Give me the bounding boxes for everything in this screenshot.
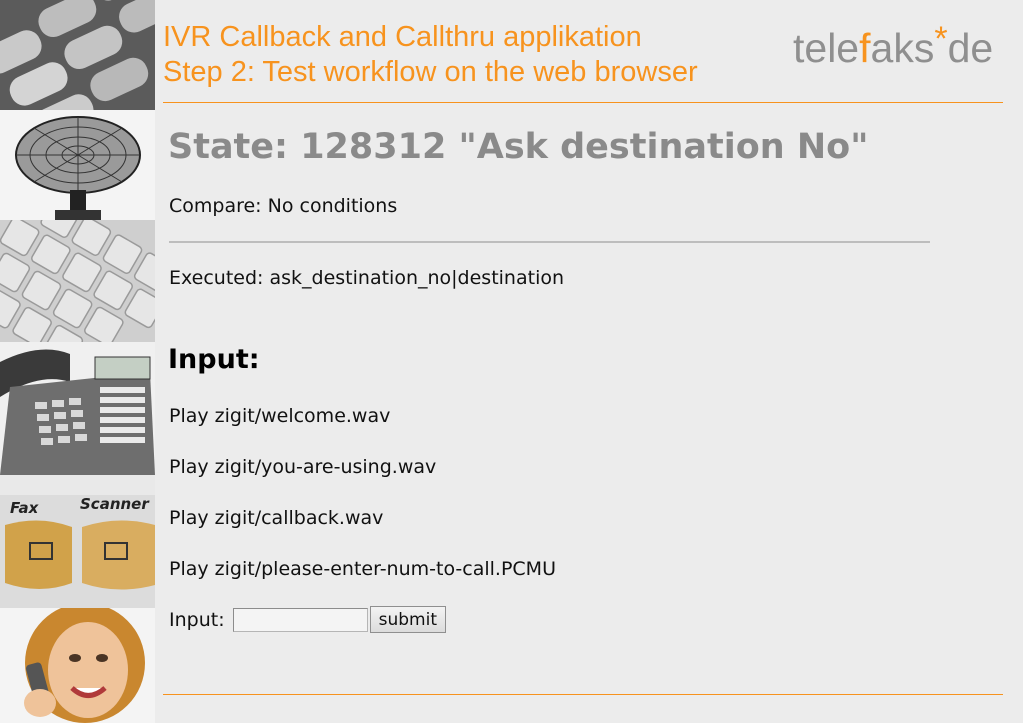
header-title-line2: Step 2: Test workflow on the web browser [163, 56, 698, 88]
play-item: Play zigit/welcome.wav [169, 405, 391, 427]
fax-label: Fax [10, 499, 40, 517]
state-title: State: 128312 "Ask destination No" [168, 127, 869, 167]
destination-input[interactable] [232, 607, 368, 632]
footer-divider [163, 694, 1003, 695]
logo-part-f: f [859, 25, 871, 71]
play-item: Play zigit/you-are-using.wav [169, 456, 437, 478]
input-heading: Input: [168, 344, 260, 375]
phone-keypad-image [0, 0, 155, 110]
logo-star: * [934, 20, 948, 58]
satellite-dish-image [0, 110, 155, 220]
play-item: Play zigit/please-enter-num-to-call.PCMU [169, 558, 556, 580]
executed-text: Executed: ask_destination_no|destination [169, 267, 565, 289]
compare-text: Compare: No conditions [169, 195, 398, 217]
logo-part-de: de [947, 25, 994, 71]
desk-telephone-image [0, 342, 155, 475]
input-form: Input: submit [169, 606, 446, 633]
header-divider [163, 102, 1003, 103]
fax-scanner-image: Fax Scanner [0, 475, 155, 608]
input-field-label: Input: [169, 608, 225, 631]
scanner-label: Scanner [80, 495, 150, 513]
content-divider [169, 241, 930, 243]
logo-part-tele: tele [793, 25, 860, 71]
logo-part-aks: aks [870, 25, 935, 71]
submit-button[interactable]: submit [369, 606, 446, 633]
header-title: IVR Callback and Callthru applikation St… [163, 20, 698, 90]
sidebar-photo-strip: Fax Scanner [0, 0, 155, 723]
play-item: Play zigit/callback.wav [169, 507, 384, 529]
keyboard-image [0, 220, 155, 342]
woman-on-phone-image [0, 608, 155, 723]
telefaks-logo: telefaks*de [793, 20, 994, 72]
header-title-line1: IVR Callback and Callthru applikation [163, 21, 642, 53]
